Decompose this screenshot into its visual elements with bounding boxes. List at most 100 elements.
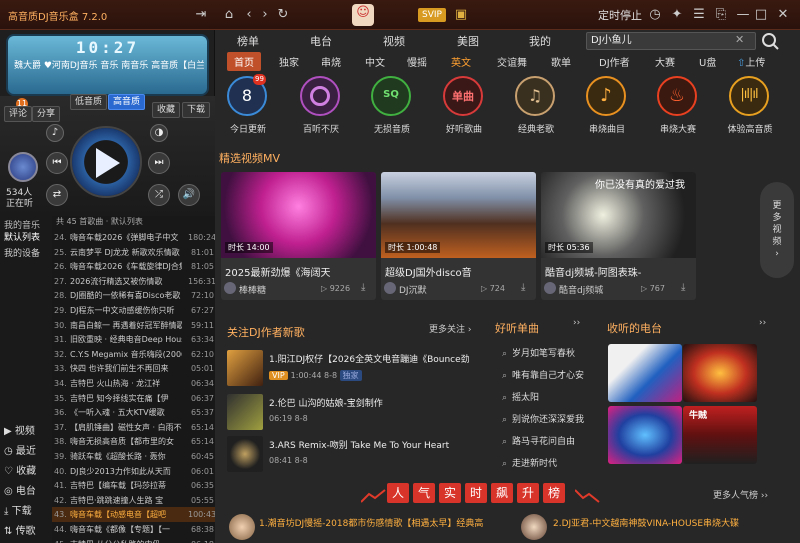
fav-song-item[interactable]: ⌕ 路马寻花问自由 xyxy=(502,434,612,450)
sidebar-item-transfer[interactable]: ⇅ 传歌 xyxy=(4,522,52,542)
share-button[interactable]: 分享 xyxy=(32,106,61,122)
playlist-row[interactable]: 28. DJ圈酷的一依稀有喜Disco老歌 72:10 xyxy=(52,288,215,303)
subtab-ballroom[interactable]: 交谊舞 xyxy=(497,54,527,69)
playlist-row[interactable]: 42. 吉特巴·跳跳速撞人生路 宝 05:55 xyxy=(52,493,215,508)
fav-song-item[interactable]: ⌕ 摇太阳 xyxy=(502,390,612,406)
chevron-right-icon[interactable]: ›› xyxy=(759,318,766,328)
subtab-songlists[interactable]: 歌单 xyxy=(551,54,571,69)
volume-icon[interactable]: 🔊 xyxy=(178,184,200,206)
forward-icon[interactable]: › xyxy=(256,6,274,24)
playlist-row[interactable]: 35. 吉特巴 知今择线实在痛【伊 06:37 xyxy=(52,391,215,406)
playlist-row[interactable]: 41. 吉特巴【编车载【玛莎拉蒂 06:35 xyxy=(52,478,215,493)
category-classic-oldies[interactable]: ♫ 经典老歌 xyxy=(505,74,567,140)
shuffle-icon[interactable]: ⤮ xyxy=(148,184,170,206)
station-cover[interactable] xyxy=(608,406,682,464)
category-today-updates[interactable]: 8 99 今日更新 xyxy=(217,74,279,140)
more-videos-button[interactable]: 更多视频 › xyxy=(760,182,794,278)
dj-song-row[interactable]: 2.伦巴 山沟的姑娘-宝剑制作 06:19 8-8 xyxy=(227,394,492,430)
search-icon[interactable] xyxy=(759,31,781,51)
next-icon[interactable]: ⏭ xyxy=(148,152,170,174)
playlist-row[interactable]: 43. 嗨音车载【动感电音【超吧 100:43 xyxy=(52,507,215,523)
subtab-exclusive[interactable]: 独家 xyxy=(279,54,299,69)
mini-mode-icon[interactable]: ⇥ xyxy=(192,6,210,24)
dj-song-row[interactable]: 1.阳江DJ权仔【2026全英文电音蹦迪《Bounce劲 VIP 1:00:44 … xyxy=(227,350,492,386)
lyrics-icon[interactable]: ♪ xyxy=(46,124,64,142)
fav-song-item[interactable]: ⌕ 唯有靠自己才心安 xyxy=(502,368,612,384)
category-lossless[interactable]: SQ 无损音质 xyxy=(361,74,423,140)
search-input[interactable]: DJ小鱼儿 xyxy=(586,32,756,50)
subtab-dj-authors[interactable]: DJ作者 xyxy=(599,54,630,69)
playlist-row[interactable]: 40. DJ良少2013力作如此从天而 06:01 xyxy=(52,464,215,479)
menu-icon[interactable]: ☰ xyxy=(690,6,708,24)
station-cover[interactable] xyxy=(608,344,682,402)
mascot-icon[interactable]: ☺ xyxy=(352,4,374,26)
subtab-upload[interactable]: ⇧上传 xyxy=(737,54,765,69)
equalizer-icon[interactable]: ◑ xyxy=(150,124,168,142)
subtab-contest[interactable]: 大赛 xyxy=(655,54,675,69)
dj-song-row[interactable]: 3.ARS Remix-吻别 Take Me To Your Heart 08:… xyxy=(227,436,492,472)
download-icon[interactable]: ⤓ xyxy=(681,282,685,293)
playlist-row[interactable]: 36. 《一听入魂 · 五大KTV缓歌 65:37 xyxy=(52,405,215,420)
favorite-button[interactable]: 收藏 xyxy=(152,102,181,118)
playmode-icon[interactable]: ⇄ xyxy=(46,184,68,206)
more-follow-link[interactable]: 更多关注 › xyxy=(429,322,471,335)
playlist-row[interactable]: 26. 嗨音车载2026《车载旋律DJ合集 81:05 xyxy=(52,259,215,274)
tab-mine[interactable]: 我的 xyxy=(529,33,551,49)
playlist-row[interactable]: 32. C.Y.S Megamix 音乐嗨段(2006) 62:10 xyxy=(52,347,215,362)
fav-song-item[interactable]: ⌕ 别说你还深深爱我 xyxy=(502,412,612,428)
subtab-english[interactable]: 英文 xyxy=(451,54,471,69)
video-author[interactable]: 酷音dj频城 xyxy=(559,283,603,296)
minimize-icon[interactable]: — xyxy=(734,6,752,24)
sidebar-item-favorites[interactable]: ♡ 收藏 xyxy=(4,462,52,482)
tab-charts[interactable]: 榜单 xyxy=(237,33,259,49)
subtab-slow[interactable]: 慢摇 xyxy=(407,54,427,69)
playlist-row[interactable]: 34. 吉特巴 火山热海 · 龙江祥 06:34 xyxy=(52,376,215,391)
download-button[interactable]: 下载 xyxy=(182,102,211,118)
refresh-icon[interactable]: ↻ xyxy=(274,6,292,24)
playlist-row[interactable]: 31. 旧欧重映 · 经典电音Deep House 63:34 xyxy=(52,332,215,347)
tab-video[interactable]: 视频 xyxy=(383,33,405,49)
sidebar-item-download[interactable]: ⤓ 下载 xyxy=(4,502,52,522)
playlist-row[interactable]: 45.吉特巴·从分公私路的中仍 06:18 xyxy=(52,537,215,543)
sidebar-item-video[interactable]: ▶ 视频 xyxy=(4,422,52,442)
playlist-row[interactable]: 24. 嗨音车载2026《弹脚电子中文 180:24 xyxy=(52,230,215,245)
subtab-medley[interactable]: 串烧 xyxy=(321,54,341,69)
playlist-row[interactable]: 29. DJ程东一中文动感缓伤你只听 67:27 xyxy=(52,303,215,318)
skin-icon[interactable]: ✦ xyxy=(668,6,686,24)
sidebar-item-my-devices[interactable]: 我的设备 xyxy=(4,244,52,264)
play-icon[interactable] xyxy=(94,148,120,178)
hot-chart-item[interactable]: 2.DJ亚君-中文越南神鼓VINA-HOUSE串烧大碟 xyxy=(553,516,798,540)
more-hot-link[interactable]: 更多人气榜 ›› xyxy=(713,488,768,501)
category-medley-contest[interactable]: ♨ 串烧大赛 xyxy=(647,74,709,140)
station-cover[interactable]: 牛贼 xyxy=(683,406,757,464)
avatar[interactable] xyxy=(8,152,38,182)
previous-icon[interactable]: ⏮ xyxy=(46,152,68,174)
playlist-row[interactable]: 38. 嗨音无损高音质【都市里的女 65:14 xyxy=(52,434,215,449)
chevron-right-icon[interactable]: ›› xyxy=(573,318,580,328)
playlist-row[interactable]: 33. 快四 也许我们前生不再回来 05:01 xyxy=(52,361,215,376)
timer-stop-text[interactable]: 定时停止 xyxy=(598,7,642,23)
tab-radio[interactable]: 电台 xyxy=(310,33,332,49)
category-good-songs[interactable]: 单曲 好听歌曲 xyxy=(433,74,495,140)
playlist-row[interactable]: 39. 骑跃车载《超酸长路 · 轰你 60:45 xyxy=(52,449,215,464)
category-always-good[interactable]: 百听不厌 xyxy=(290,74,352,140)
subtab-chinese[interactable]: 中文 xyxy=(365,54,385,69)
video-card[interactable]: 你已没有真的爱过我 时长 05:36 酷音dj频城-阿图表珠- 酷音dj频城 ▷… xyxy=(541,172,696,300)
clear-icon[interactable]: ✕ xyxy=(735,33,744,46)
maximize-icon[interactable]: □ xyxy=(752,6,770,24)
video-card[interactable]: 时长 14:00 2025最新劲爆《海阔天 棒棒糖 ▷ 9226 ⤓ xyxy=(221,172,376,300)
download-icon[interactable]: ⤓ xyxy=(521,282,525,293)
low-quality-button[interactable]: 低音质 xyxy=(70,94,108,110)
home-icon[interactable]: ⌂ xyxy=(220,6,238,24)
gift-icon[interactable]: ▣ xyxy=(452,6,470,24)
playlist-row[interactable]: 44. 嗨音车载《都像【专题】【一 68:38 xyxy=(52,522,215,537)
playlist-row[interactable]: 27. 2026流行精选又被伤情歌 156:31 xyxy=(52,274,215,289)
download-icon[interactable]: ⤓ xyxy=(361,282,365,293)
video-author[interactable]: 棒棒糖 xyxy=(239,283,266,296)
category-hq-experience[interactable]: |ıl|ıl 体验高音质 xyxy=(719,74,781,140)
svip-badge[interactable]: SVIP xyxy=(418,8,446,22)
sidebar-item-recent[interactable]: ◷ 最近 xyxy=(4,442,52,462)
hot-chart-item[interactable]: 1.潮音坊DJ慢摇-2018都市伤感情歌【相遇太早】经典高 xyxy=(259,516,509,540)
playlist-row[interactable]: 37. 【肩肌锤曲】磁性女声 · 白雨不 65:14 xyxy=(52,420,215,435)
comment-button[interactable]: 评论 xyxy=(4,106,33,122)
